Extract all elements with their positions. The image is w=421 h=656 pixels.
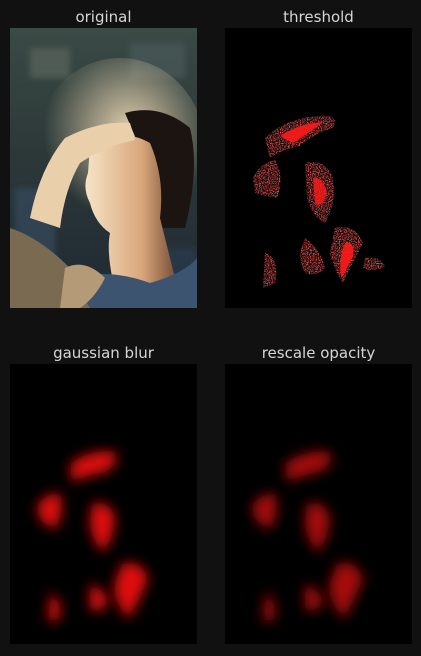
original-photo — [10, 28, 197, 308]
original-photo-svg — [10, 28, 197, 308]
panel-original: original — [10, 6, 197, 310]
panel-title-rescale-opacity: rescale opacity — [261, 344, 376, 362]
panel-rescale-opacity: rescale opacity — [225, 342, 412, 646]
panel-gaussian-blur: gaussian blur — [10, 342, 197, 646]
gaussian-blur-svg — [10, 364, 197, 644]
rescale-opacity-image — [225, 364, 412, 644]
panel-title-gaussian-blur: gaussian blur — [53, 344, 154, 362]
panel-title-threshold: threshold — [283, 8, 354, 26]
panel-title-original: original — [75, 8, 132, 26]
threshold-mask-svg — [225, 28, 412, 308]
threshold-image — [225, 28, 412, 308]
gaussian-blur-image — [10, 364, 197, 644]
rescale-opacity-svg — [225, 364, 412, 644]
panel-threshold: threshold — [225, 6, 412, 310]
image-grid-figure: { "panels": [ { "title": "original" }, {… — [0, 0, 421, 656]
